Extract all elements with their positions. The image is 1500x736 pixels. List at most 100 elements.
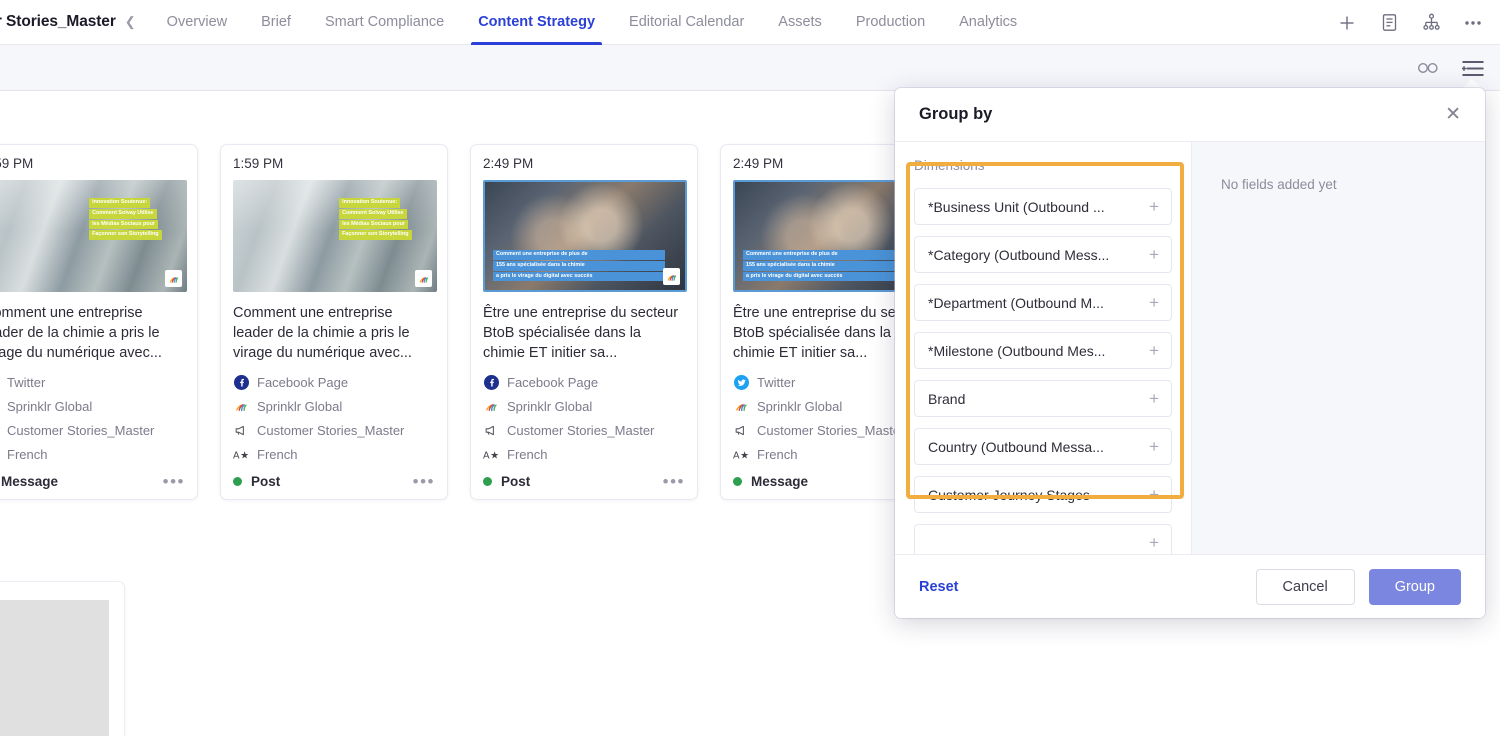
language-icon: A ★ [483,447,499,463]
tab-production[interactable]: Production [839,0,942,45]
tab-editorial-calendar[interactable]: Editorial Calendar [612,0,761,45]
card-thumbnail[interactable]: Innovation Soutenue: Comment Solvay Utili… [0,180,187,292]
tab-content-strategy[interactable]: Content Strategy [461,0,612,45]
dimension-label: Customer Journey Stages [928,486,1090,503]
card-meta-label: Sprinklr Global [7,399,93,414]
content-card[interactable]: 1:59 PM Innovation Soutenue:Comment Solva… [220,144,448,500]
card-meta-label: French [507,447,548,462]
card-meta-label: French [257,447,298,462]
card-meta-label: Facebook Page [507,375,599,390]
card-meta-row: Twitter [0,374,185,391]
plus-icon[interactable]: + [1149,293,1159,313]
campaign-icon [483,423,499,439]
tab-brief[interactable]: Brief [244,0,308,45]
card-more-options-icon[interactable]: ••• [663,473,685,490]
dimension-item[interactable]: *Category (Outbound Mess... + [914,236,1172,273]
tab-bar: Overview Brief Smart Compliance Content Str… [150,0,1035,45]
dimension-item[interactable]: Country (Outbound Messa... + [914,428,1172,465]
card-meta-row: Sprinklr Global [483,398,685,415]
plus-icon[interactable]: + [1149,245,1159,265]
card-meta-label: Sprinklr Global [257,399,343,414]
hierarchy-icon[interactable] [1418,10,1444,36]
plus-icon[interactable]: + [1149,533,1159,553]
document-icon[interactable] [1376,10,1402,36]
more-options-icon[interactable] [1460,10,1486,36]
content-card[interactable]: 2:49 PM Comment une entreprise de plus de… [470,144,698,500]
sub-toolbar [0,45,1500,91]
card-more-options-icon[interactable]: ••• [163,473,185,490]
sprinklr-icon [733,399,749,415]
svg-text:A: A [233,450,240,461]
popover-footer: Reset Cancel Group [895,554,1485,618]
group-button[interactable]: Group [1368,568,1461,605]
plus-icon[interactable]: + [1149,437,1159,457]
close-icon[interactable]: ✕ [1445,105,1461,124]
tab-overview[interactable]: Overview [150,0,244,45]
overlay-line: a pris le virage du digital avec succès [493,271,665,282]
card-meta-label: Twitter [757,375,796,390]
card-footer: Post ••• [483,473,685,490]
sprinklr-logo-icon [663,268,680,285]
card-more-options-icon[interactable]: ••• [413,473,435,490]
card-meta-label: Customer Stories_Master [757,423,905,438]
placeholder-thumbnail [0,600,109,736]
dimension-item[interactable]: *Business Unit (Outbound ... + [914,188,1172,225]
selected-fields-column[interactable]: No fields added yet [1191,142,1485,554]
dimension-item[interactable]: Customer Journey Stages + [914,476,1172,513]
card-meta-row: Sprinklr Global [233,398,435,415]
facebook-icon [483,375,499,391]
svg-text:★: ★ [490,450,499,461]
language-icon: A ★ [733,447,749,463]
overlay-line: Comment Solvay Utilise [339,208,407,219]
plus-icon[interactable]: + [1149,341,1159,361]
dimension-item[interactable]: Brand + [914,380,1172,417]
card-meta-row: Facebook Page [233,374,435,391]
reset-button[interactable]: Reset [919,579,959,595]
content-card[interactable]: 1:59 PM Innovation Soutenue:Comment Solva… [0,144,198,500]
sprinklr-icon [483,399,499,415]
link-chain-icon[interactable] [1416,61,1440,75]
cancel-button[interactable]: Cancel [1255,568,1355,605]
card-row: 1:59 PM Innovation Soutenue:Comment Solva… [0,144,948,500]
card-meta-row: A★ French [483,446,685,463]
plus-icon[interactable]: + [1149,389,1159,409]
card-meta-label: French [757,447,798,462]
card-time: 1:59 PM [0,156,34,171]
overlay-line: Comment une entreprise de plus de [493,249,665,260]
app-root: ner Stories_Master ❮ OverviewBriefSmart … [0,0,1500,736]
overlay-line: a pris le virage du digital avec succès [743,271,915,282]
dimensions-list: *Business Unit (Outbound ... + *Category (… [914,188,1172,554]
plus-icon[interactable]: + [1149,485,1159,505]
dimension-item[interactable]: *Milestone (Outbound Mes... + [914,332,1172,369]
facebook-icon [233,375,249,391]
tab-smart-compliance[interactable]: Smart Compliance [308,0,461,45]
page-title: ner Stories_Master [0,13,116,30]
placeholder-card[interactable] [0,581,125,736]
card-meta-label: French [7,447,48,462]
dimension-item[interactable]: *Department (Outbound M... + [914,284,1172,321]
add-icon[interactable] [1334,10,1360,36]
group-by-icon[interactable] [1462,59,1484,78]
card-title: Comment une entreprise leader de la chim… [0,305,162,361]
sprinklr-logo-icon [165,270,182,287]
top-nav-actions [1334,0,1486,45]
card-thumbnail[interactable]: Comment une entreprise de plus de 155 ans… [483,180,687,292]
dimension-item[interactable]: + [914,524,1172,554]
card-meta-row: Customer Stories_Master [483,422,685,439]
card-time: 1:59 PM [233,156,284,171]
status-dot-icon [483,477,492,486]
card-meta-label: Facebook Page [257,375,349,390]
card-meta-label: Sprinklr Global [757,399,843,414]
plus-icon[interactable]: + [1149,197,1159,217]
chevron-left-icon[interactable]: ❮ [125,14,136,30]
tab-assets[interactable]: Assets [761,0,839,45]
card-meta-row: Sprinklr Global [0,398,185,415]
card-thumbnail[interactable]: Innovation Soutenue: Comment Solvay Utili… [233,180,437,292]
card-time: 2:49 PM [483,156,534,171]
tab-analytics[interactable]: Analytics [942,0,1034,45]
svg-text:★: ★ [240,450,249,461]
status-badge: Message [751,474,809,489]
card-footer: Post ••• [233,473,435,490]
popover-title: Group by [919,105,993,123]
popover-header: Group by ✕ [895,88,1485,142]
